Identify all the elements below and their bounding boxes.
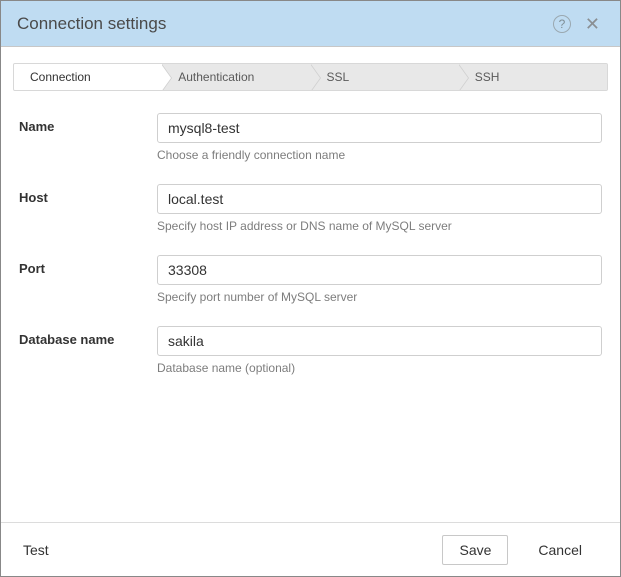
tabbar: Connection Authentication SSL SSH bbox=[13, 63, 608, 91]
connection-settings-dialog: Connection settings ? ✕ Connection Authe… bbox=[0, 0, 621, 577]
tab-label: SSL bbox=[327, 70, 350, 84]
titlebar: Connection settings ? ✕ bbox=[1, 1, 620, 47]
field-port: Port Specify port number of MySQL server bbox=[19, 255, 602, 304]
field-name: Name Choose a friendly connection name bbox=[19, 113, 602, 162]
database-hint: Database name (optional) bbox=[157, 361, 602, 375]
name-input[interactable] bbox=[157, 113, 602, 143]
test-button[interactable]: Test bbox=[23, 542, 49, 558]
cancel-button[interactable]: Cancel bbox=[522, 536, 598, 564]
database-label: Database name bbox=[19, 326, 157, 347]
host-hint: Specify host IP address or DNS name of M… bbox=[157, 219, 602, 233]
footer: Test Save Cancel bbox=[1, 522, 620, 576]
port-input[interactable] bbox=[157, 255, 602, 285]
name-label: Name bbox=[19, 113, 157, 134]
database-input[interactable] bbox=[157, 326, 602, 356]
tab-label: Authentication bbox=[178, 70, 254, 84]
tab-content: Name Choose a friendly connection name H… bbox=[1, 91, 620, 522]
tab-ssl[interactable]: SSL bbox=[311, 64, 459, 90]
name-hint: Choose a friendly connection name bbox=[157, 148, 602, 162]
port-hint: Specify port number of MySQL server bbox=[157, 290, 602, 304]
close-icon[interactable]: ✕ bbox=[581, 13, 604, 35]
port-label: Port bbox=[19, 255, 157, 276]
host-label: Host bbox=[19, 184, 157, 205]
tab-label: SSH bbox=[475, 70, 500, 84]
tab-label: Connection bbox=[30, 70, 91, 84]
help-icon[interactable]: ? bbox=[553, 15, 571, 33]
dialog-title: Connection settings bbox=[17, 14, 553, 34]
tab-authentication[interactable]: Authentication bbox=[162, 64, 310, 90]
tab-ssh[interactable]: SSH bbox=[459, 64, 607, 90]
host-input[interactable] bbox=[157, 184, 602, 214]
field-host: Host Specify host IP address or DNS name… bbox=[19, 184, 602, 233]
tab-connection[interactable]: Connection bbox=[14, 64, 162, 90]
save-button[interactable]: Save bbox=[442, 535, 508, 565]
field-database: Database name Database name (optional) bbox=[19, 326, 602, 375]
